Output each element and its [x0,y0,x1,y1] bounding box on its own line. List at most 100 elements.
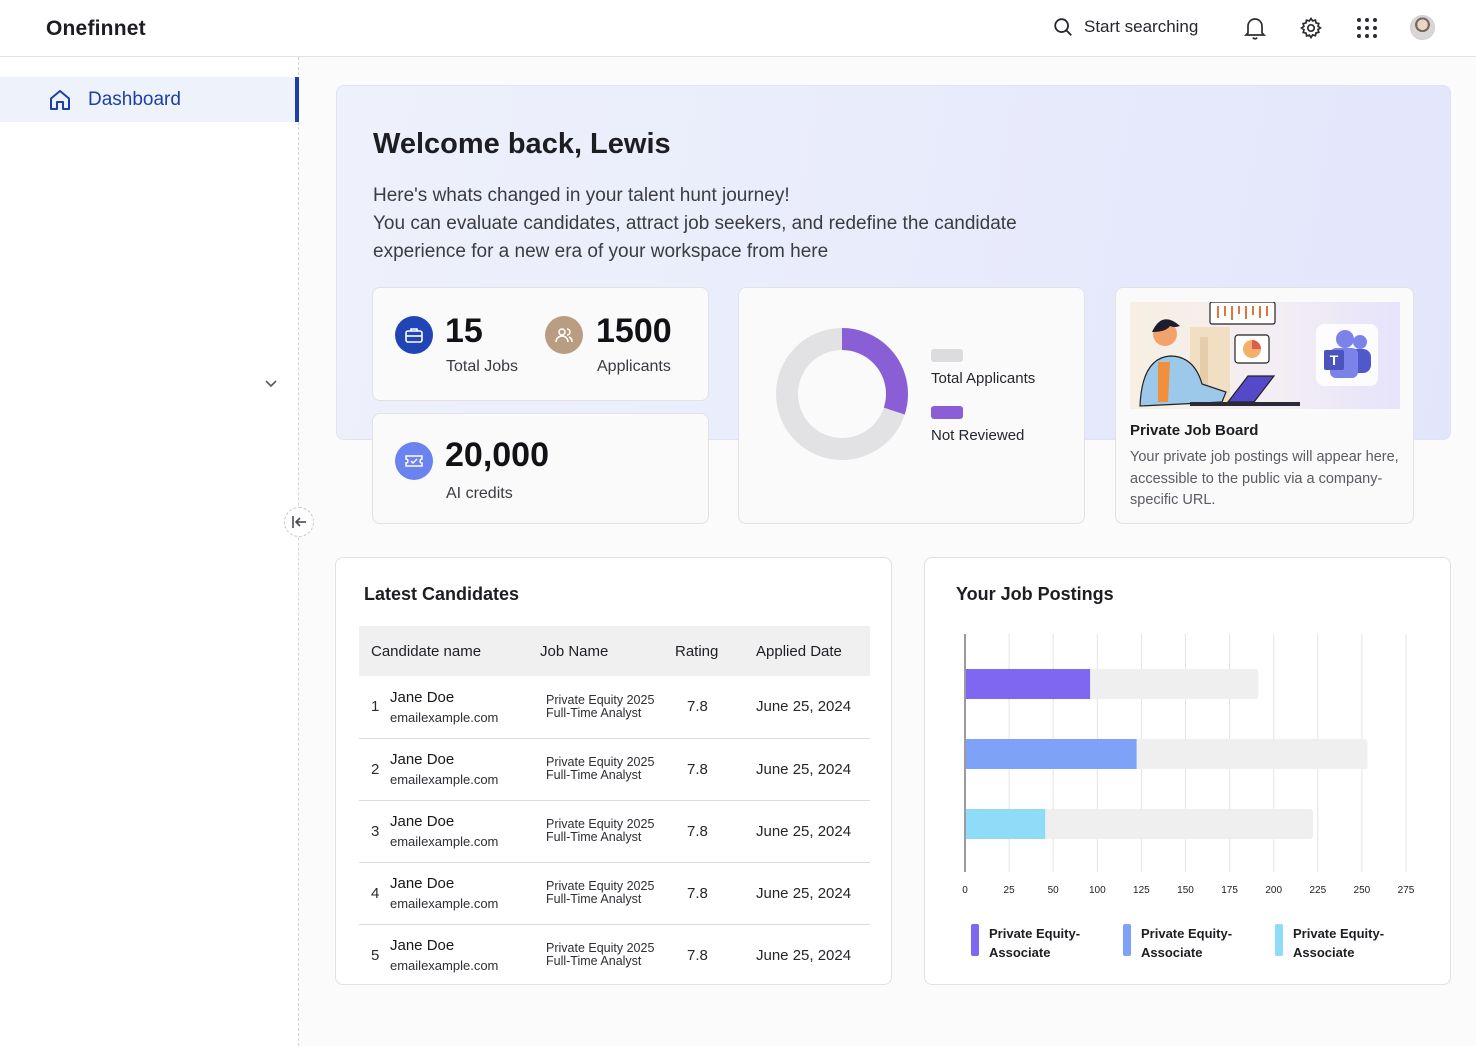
job-postings-title: Your Job Postings [956,584,1114,604]
column-header-rating: Rating [675,642,719,660]
row-index: 1 [359,676,390,739]
collapse-sidebar-button[interactable] [284,507,314,537]
app-title: Onefinnet [46,17,146,40]
legend-not-reviewed: Not Reviewed [931,427,1025,444]
row-index: 4 [359,862,390,925]
rating-cell: 7.8 [675,738,752,801]
job-name-line-2: Full-Time Analyst [546,954,642,969]
job-cell: Private Equity 2025 Full-Time Analyst [527,676,675,739]
x-tick-label: 250 [1354,885,1371,896]
candidate-name: Jane Doe [390,813,455,830]
column-header-job: Job Name [540,642,609,660]
job-name-line-2: Full-Time Analyst [546,830,642,844]
bar-value[interactable] [966,669,1091,699]
column-header-candidate: Candidate name [371,642,482,660]
job-name-line-1: Private Equity 2025 [546,692,655,707]
date-cell: June 25, 2024 [752,800,870,863]
latest-candidates-card: Latest Candidates Candidate name Job Nam… [335,557,892,985]
job-cell: Private Equity 2025 Full-Time Analyst [527,862,675,925]
total-jobs-value: 15 [445,312,483,350]
candidate-cell: Jane Doe emailexample.com [390,738,527,801]
table-row[interactable]: 2 Jane Doe emailexample.com Private Equit… [359,738,870,801]
candidate-name: Jane Doe [390,937,455,955]
row-index: 2 [359,738,390,801]
home-icon [50,89,70,110]
applicants-value: 1500 [596,312,672,350]
candidate-email: emailexample.com [390,834,499,849]
candidate-cell: Jane Doe emailexample.com [390,862,527,925]
ai-credits-label: AI credits [446,485,513,502]
candidate-email: emailexample.com [390,896,499,911]
applicants-label: Applicants [597,358,671,375]
table-row[interactable]: 1 Jane Doe emailexample.com Private Equit… [359,676,870,739]
top-bar: Onefinnet Start searching [0,0,1476,57]
job-cell: Private Equity 2025 Full-Time Analyst [527,738,675,801]
bell-icon[interactable] [1243,15,1267,41]
bar-value[interactable] [966,739,1137,769]
table-row[interactable]: 4 Jane Doe emailexample.com Private Equit… [359,862,870,925]
x-tick-label: 0 [962,885,968,896]
chevron-down-icon[interactable] [263,375,279,391]
legend-label: Private Equity- Associate [1141,926,1233,960]
gear-icon[interactable] [1299,15,1323,41]
x-tick-label: 200 [1265,885,1282,896]
x-tick-label: 275 [1398,885,1415,896]
apps-grid-icon[interactable] [1355,15,1379,41]
legend-item: Private Equity- Associate [1275,924,1393,962]
rating-cell: 7.8 [675,676,752,739]
sidebar: Dashboard [0,57,299,1046]
collapse-left-icon [292,516,306,528]
x-tick-label: 175 [1221,885,1238,896]
rating-cell: 7.8 [675,862,752,925]
table-row[interactable]: 3 Jane Doe emailexample.com Private Equit… [359,800,870,863]
sidebar-item-dashboard[interactable]: Dashboard [0,77,299,122]
sidebar-item-label: Dashboard [88,88,181,110]
table-row[interactable]: 5 Jane Doe emailexample.com Private Equit… [359,924,870,986]
ai-credits-card: 20,000 AI credits [372,413,709,524]
candidate-name: Jane Doe [390,688,455,706]
x-tick-label: 25 [1004,885,1016,896]
job-postings-card: Your Job Postings 0 25 50 100 125 150 175 200 22… [924,557,1451,985]
legend-item: Private Equity- Associate [1123,924,1241,962]
date-cell: June 25, 2024 [752,676,870,739]
candidates-table: Candidate name Job Name Rating Applied D… [359,626,870,986]
date-cell: June 25, 2024 [752,862,870,925]
x-tick-label: 150 [1177,885,1194,896]
ticket-icon [395,442,433,480]
legend-total-applicants: Total Applicants [931,370,1036,387]
job-board-illustration: T [1130,302,1400,409]
briefcase-icon [395,316,433,354]
legend-swatch [971,924,979,956]
legend-swatch-total [931,349,963,362]
candidate-name: Jane Doe [390,875,455,892]
legend-swatch [1275,924,1283,956]
rating-cell: 7.8 [675,800,752,863]
x-tick-label: 100 [1089,885,1106,896]
job-postings-chart: 0 25 50 100 125 150 175 200 225 250 275 [962,634,1415,896]
welcome-line-1: Here's whats changed in your talent hunt… [373,185,790,206]
legend-label: Private Equity- Associate [989,926,1081,960]
candidate-email: emailexample.com [390,709,499,725]
latest-candidates-title: Latest Candidates [364,584,520,604]
job-name-line-2: Full-Time Analyst [546,892,642,906]
avatar[interactable] [1410,15,1435,40]
job-board-description: Your private job postings will appear he… [1130,449,1399,508]
welcome-line-2: You can evaluate candidates, attract job… [373,213,1017,262]
svg-text:T: T [1330,352,1339,368]
date-cell: June 25, 2024 [752,738,870,801]
candidate-cell: Jane Doe emailexample.com [390,800,527,863]
job-cell: Private Equity 2025 Full-Time Analyst [527,924,675,986]
candidate-email: emailexample.com [390,772,499,787]
legend-item: Private Equity- Associate [971,924,1089,962]
bar-value[interactable] [966,809,1046,839]
search-button[interactable]: Start searching [1052,16,1198,38]
table-header-row: Candidate name Job Name Rating Applied D… [359,626,870,676]
column-header-date: Applied Date [756,642,842,660]
row-index: 3 [359,800,390,863]
private-job-board-card[interactable]: T Private Job Board Your private job pos… [1115,287,1414,524]
users-icon [545,316,583,354]
row-index: 5 [371,946,380,964]
date-cell: June 25, 2024 [756,946,852,964]
jobs-applicants-card: 15 Total Jobs 1500 Applicants [372,287,709,401]
candidate-email: emailexample.com [390,958,499,974]
